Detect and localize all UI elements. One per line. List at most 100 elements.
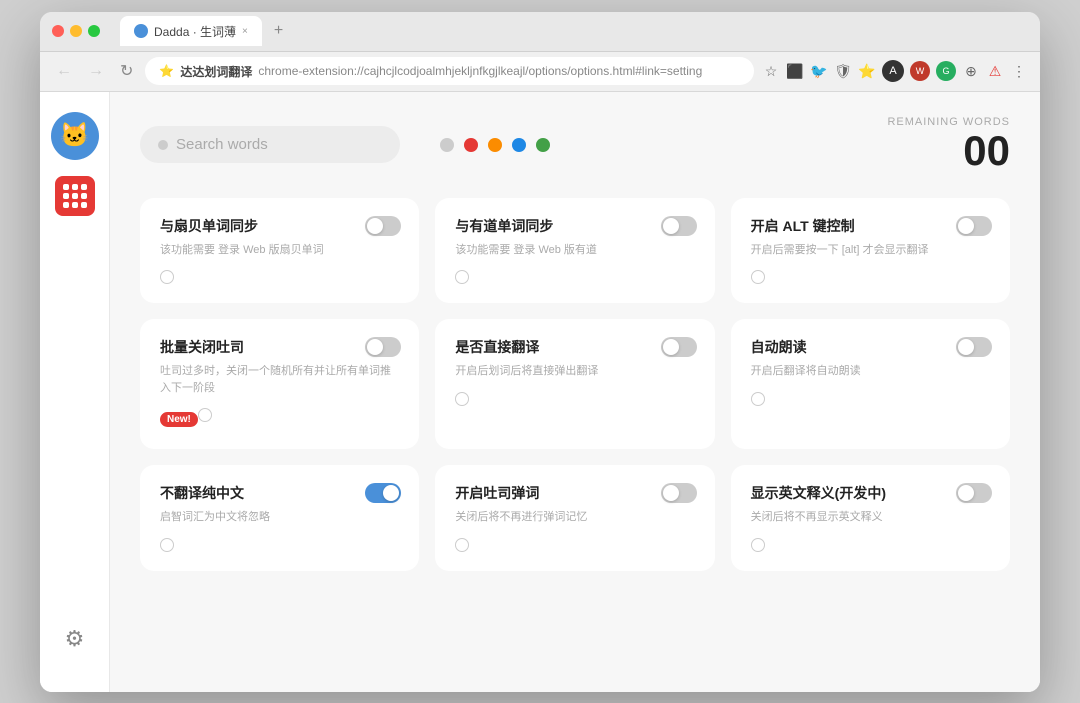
profile-icon[interactable]: A	[882, 60, 904, 82]
toggle-batch-close[interactable]	[365, 337, 401, 357]
color-dot-orange[interactable]	[488, 138, 502, 152]
color-dot-green[interactable]	[536, 138, 550, 152]
back-button[interactable]: ←	[52, 58, 76, 84]
toggle-auto-read[interactable]	[956, 337, 992, 357]
setting-radio-batch-close[interactable]	[198, 408, 212, 422]
toggle-english-def[interactable]	[956, 483, 992, 503]
extension-icon-4[interactable]: W	[910, 61, 930, 81]
color-dot-blue[interactable]	[512, 138, 526, 152]
refresh-button[interactable]: ↻	[116, 57, 137, 85]
main-panel: Search words REMAINING WORDS 00 与扇贝单词同步该…	[110, 92, 1040, 692]
setting-desc-sync-youdao: 该功能需要 登录 Web 版有道	[455, 242, 694, 259]
bookmark-icon[interactable]: ☆	[762, 62, 780, 80]
setting-radio-popup-toast[interactable]	[455, 538, 469, 552]
avatar-emoji: 🐱	[60, 121, 90, 150]
setting-radio-alt-key[interactable]	[751, 270, 765, 284]
new-tab-button[interactable]: +	[266, 22, 291, 40]
toggle-popup-toast[interactable]	[661, 483, 697, 503]
search-box[interactable]: Search words	[140, 126, 400, 163]
setting-desc-no-cn: 启智词汇为中文将忽略	[160, 509, 399, 526]
gear-icon: ⚙	[65, 626, 85, 651]
avatar[interactable]: 🐱	[51, 112, 99, 160]
setting-title-batch-close: 批量关闭吐司	[160, 337, 399, 357]
search-placeholder: Search words	[176, 136, 268, 153]
extension-icon-6[interactable]: ⊕	[962, 62, 980, 80]
setting-card-auto-read: 自动朗读开启后翻译将自动朗读	[731, 319, 1010, 449]
toggle-container-alt-key	[956, 216, 992, 236]
grid-dot	[72, 184, 78, 190]
address-input[interactable]: ⭐ 达达划词翻译 chrome-extension://cajhcjlcodjo…	[145, 57, 754, 85]
active-tab[interactable]: Dadda · 生词薄 ×	[120, 16, 262, 46]
color-dot-gray[interactable]	[440, 138, 454, 152]
close-traffic-light[interactable]	[52, 25, 64, 37]
setting-card-sync-youdao: 与有道单词同步该功能需要 登录 Web 版有道	[435, 198, 714, 304]
toggle-no-cn[interactable]	[365, 483, 401, 503]
color-dot-red[interactable]	[464, 138, 478, 152]
setting-card-alt-key: 开启 ALT 键控制开启后需要按一下 [alt] 才会显示翻译	[731, 198, 1010, 304]
remaining-label: REMAINING WORDS	[887, 116, 1010, 128]
setting-radio-direct-translate[interactable]	[455, 392, 469, 406]
grid-icon[interactable]	[55, 176, 95, 216]
setting-title-auto-read: 自动朗读	[751, 337, 990, 357]
toggle-container-no-cn	[365, 483, 401, 503]
setting-radio-no-cn[interactable]	[160, 538, 174, 552]
setting-card-popup-toast: 开启吐司弹词关闭后将不再进行弹词记忆	[435, 465, 714, 571]
secure-icon: ⭐	[159, 64, 174, 78]
warning-icon: ⚠	[986, 62, 1004, 80]
setting-desc-batch-close: 吐司过多时，关闭一个随机所有并让所有单词推入下一阶段	[160, 363, 399, 396]
setting-radio-english-def[interactable]	[751, 538, 765, 552]
extension-icon-1[interactable]: 🐦	[810, 62, 828, 80]
setting-title-alt-key: 开启 ALT 键控制	[751, 216, 990, 236]
toggle-container-auto-read	[956, 337, 992, 357]
setting-title-sync-fan: 与扇贝单词同步	[160, 216, 399, 236]
setting-desc-alt-key: 开启后需要按一下 [alt] 才会显示翻译	[751, 242, 990, 259]
extension-icon-2[interactable]: 🛡	[834, 62, 852, 80]
color-filter-dots	[440, 138, 550, 152]
setting-card-direct-translate: 是否直接翻译开启后划词后将直接弹出翻译	[435, 319, 714, 449]
setting-radio-sync-youdao[interactable]	[455, 270, 469, 284]
toggle-container-sync-fan	[365, 216, 401, 236]
toggle-sync-fan[interactable]	[365, 216, 401, 236]
toggle-alt-key[interactable]	[956, 216, 992, 236]
setting-desc-english-def: 关闭后将不再显示英文释义	[751, 509, 990, 526]
sidebar: 🐱 ⚙	[40, 92, 110, 692]
remaining-words: REMAINING WORDS 00	[887, 116, 1010, 174]
settings-grid: 与扇贝单词同步该功能需要 登录 Web 版扇贝单词 与有道单词同步该功能需要 登录…	[140, 198, 1010, 571]
screenshot-icon[interactable]: ⬛	[786, 62, 804, 80]
setting-desc-direct-translate: 开启后划词后将直接弹出翻译	[455, 363, 694, 380]
toggle-container-english-def	[956, 483, 992, 503]
address-bar: ← → ↻ ⭐ 达达划词翻译 chrome-extension://cajhcj…	[40, 52, 1040, 92]
minimize-traffic-light[interactable]	[70, 25, 82, 37]
extension-icon-3[interactable]: ⭐	[858, 62, 876, 80]
tab-close-button[interactable]: ×	[242, 26, 248, 37]
maximize-traffic-light[interactable]	[88, 25, 100, 37]
toggle-container-popup-toast	[661, 483, 697, 503]
setting-desc-auto-read: 开启后翻译将自动朗读	[751, 363, 990, 380]
setting-radio-auto-read[interactable]	[751, 392, 765, 406]
setting-desc-popup-toast: 关闭后将不再进行弹词记忆	[455, 509, 694, 526]
tab-title: Dadda · 生词薄	[154, 23, 236, 40]
header-row: Search words REMAINING WORDS 00	[140, 116, 1010, 174]
new-badge-batch-close: New!	[160, 412, 198, 427]
grid-dot	[81, 193, 87, 199]
setting-desc-sync-fan: 该功能需要 登录 Web 版扇贝单词	[160, 242, 399, 259]
remaining-count: 00	[887, 128, 1010, 174]
grid-dot	[81, 184, 87, 190]
toggle-direct-translate[interactable]	[661, 337, 697, 357]
setting-card-no-cn: 不翻译纯中文启智词汇为中文将忽略	[140, 465, 419, 571]
url-text: chrome-extension://cajhcjlcodjoalmhjeklj…	[258, 64, 702, 78]
forward-button[interactable]: →	[84, 58, 108, 84]
toggle-container-batch-close	[365, 337, 401, 357]
settings-button[interactable]: ⚙	[65, 626, 85, 652]
grid-dot	[63, 193, 69, 199]
extension-icon-5[interactable]: G	[936, 61, 956, 81]
browser-window: Dadda · 生词薄 × + ← → ↻ ⭐ 达达划词翻译 chrome-ex…	[40, 12, 1040, 692]
toggle-sync-youdao[interactable]	[661, 216, 697, 236]
setting-radio-sync-fan[interactable]	[160, 270, 174, 284]
menu-icon[interactable]: ⋮	[1010, 62, 1028, 80]
setting-title-direct-translate: 是否直接翻译	[455, 337, 694, 357]
toggle-container-sync-youdao	[661, 216, 697, 236]
search-dot-icon	[158, 140, 168, 150]
setting-card-english-def: 显示英文释义(开发中)关闭后将不再显示英文释义	[731, 465, 1010, 571]
grid-dot	[81, 202, 87, 208]
